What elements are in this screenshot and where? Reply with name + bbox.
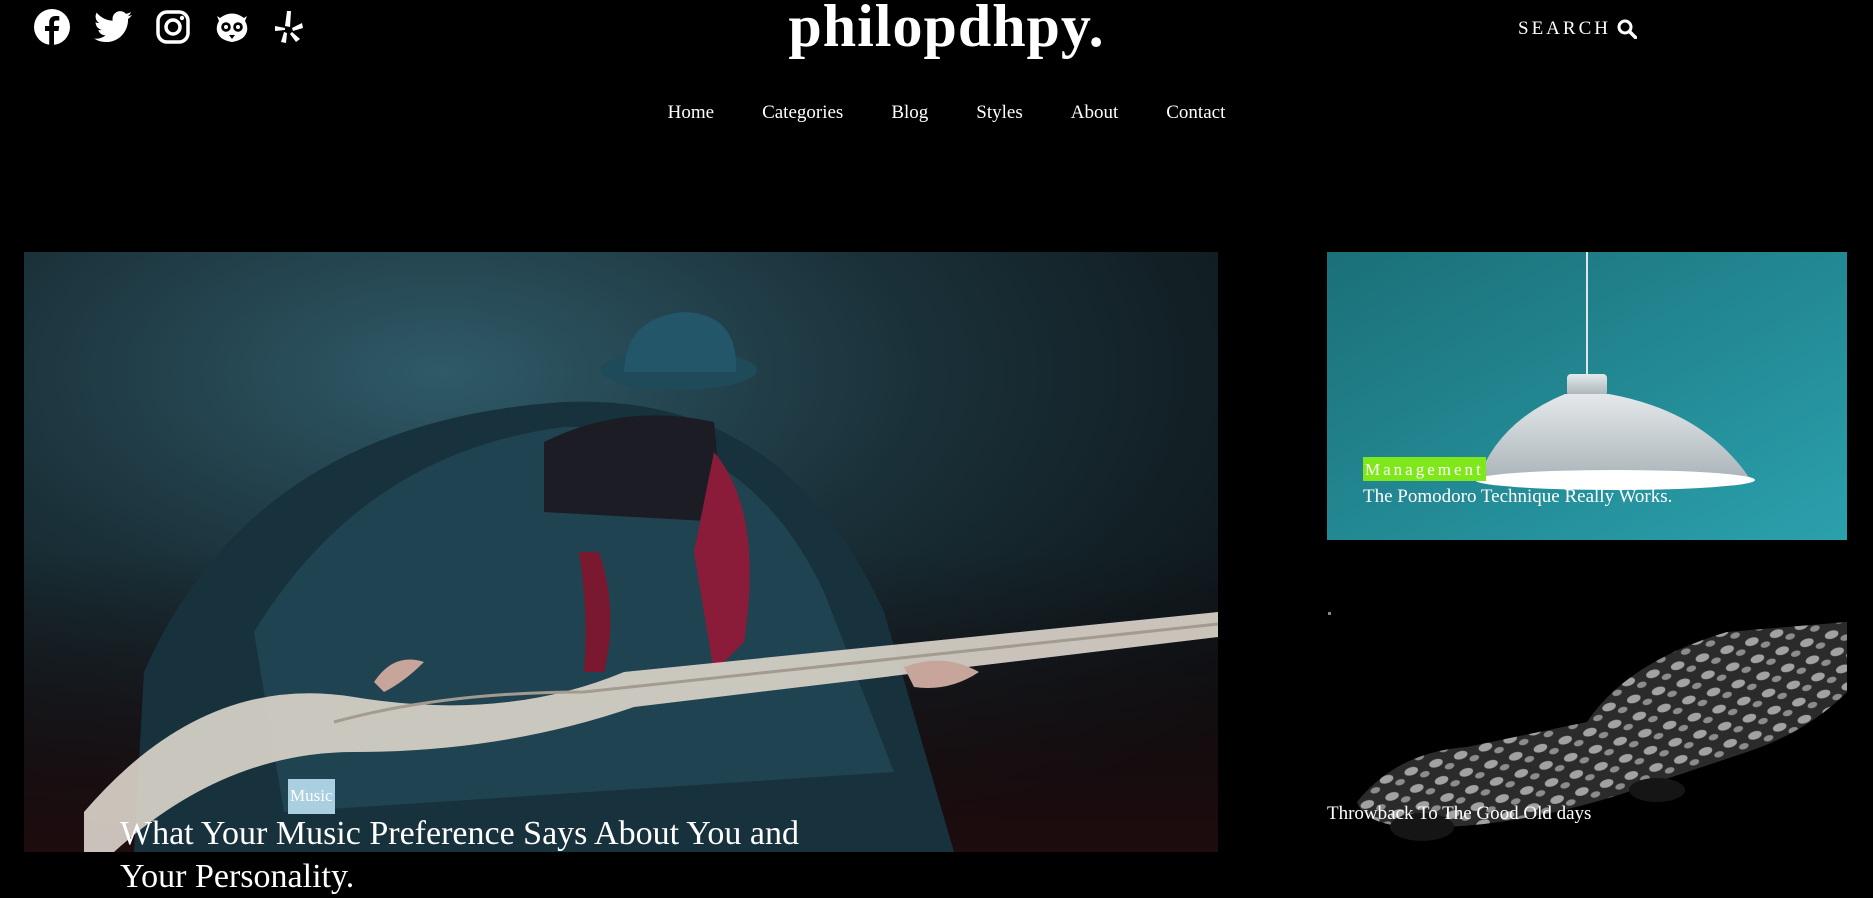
main-nav: Home Categories Blog Styles About Contac…	[0, 102, 1873, 124]
featured-post-title[interactable]: What Your Music Preference Says About Yo…	[120, 812, 820, 898]
nav-about[interactable]: About	[1071, 102, 1119, 124]
featured-category-tag[interactable]: Music	[288, 779, 335, 814]
nav-home[interactable]: Home	[668, 102, 714, 124]
sidebar-post-title-2[interactable]: Throwback To The Good Old days	[1327, 803, 1591, 825]
nav-blog[interactable]: Blog	[891, 102, 928, 124]
nav-contact[interactable]: Contact	[1166, 102, 1225, 124]
sidebar-post-title-1[interactable]: The Pomodoro Technique Really Works.	[1363, 486, 1672, 508]
nav-styles[interactable]: Styles	[976, 102, 1022, 124]
search-label: SEARCH	[1518, 18, 1611, 39]
divider-dot	[1328, 612, 1331, 615]
sidebar-post-category-tag[interactable]: Management	[1363, 457, 1486, 481]
search-button[interactable]: SEARCH	[1518, 18, 1637, 40]
featured-post-image[interactable]	[24, 252, 1218, 852]
nav-categories[interactable]: Categories	[762, 102, 843, 124]
search-icon	[1617, 19, 1637, 39]
